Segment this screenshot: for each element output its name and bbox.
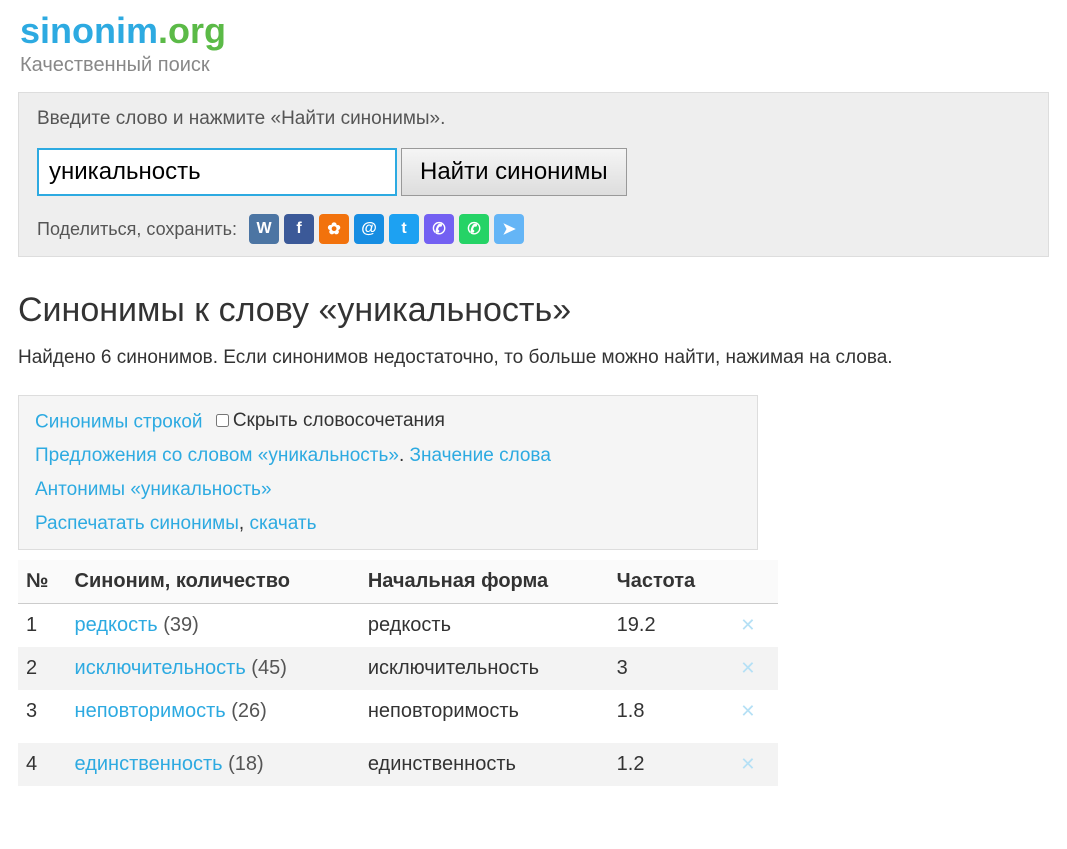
- synonym-link[interactable]: редкость: [75, 614, 158, 636]
- cell-delete: ✕: [728, 743, 778, 786]
- telegram-icon[interactable]: ➤: [494, 214, 524, 244]
- search-input[interactable]: [37, 148, 397, 196]
- hide-phrases-checkbox[interactable]: [216, 414, 229, 427]
- share-label: Поделиться, сохранить:: [37, 219, 237, 240]
- found-text: Найдено 6 синонимов. Если синонимов недо…: [0, 344, 1067, 395]
- search-hint: Введите слово и нажмите «Найти синонимы»…: [37, 108, 1030, 130]
- twitter-icon[interactable]: t: [389, 214, 419, 244]
- table-row: 4единственность (18)единственность1.2✕: [18, 743, 778, 786]
- cell-num: 4: [18, 743, 67, 786]
- hide-phrases-label: Скрыть словосочетания: [233, 410, 445, 432]
- mailru-icon[interactable]: @: [354, 214, 384, 244]
- logo-part-sinonim: sinonim: [20, 10, 158, 51]
- cell-delete: ✕: [728, 647, 778, 690]
- link-download[interactable]: скачать: [249, 513, 316, 534]
- search-row: Найти синонимы: [37, 148, 1030, 196]
- logo-part-org: org: [168, 10, 226, 51]
- synonym-count: (45): [251, 657, 287, 679]
- table-row: 2исключительность (45)исключительность3✕: [18, 647, 778, 690]
- cell-num: 2: [18, 647, 67, 690]
- cell-freq: 19.2: [609, 604, 729, 648]
- search-box: Введите слово и нажмите «Найти синонимы»…: [18, 92, 1049, 257]
- cell-synonym: единственность (18): [67, 743, 360, 786]
- col-synonym: Синоним, количество: [67, 560, 360, 604]
- link-print[interactable]: Распечатать синонимы: [35, 513, 239, 534]
- cell-num: 3: [18, 690, 67, 733]
- table-row: 3неповторимость (26)неповторимость1.8✕: [18, 690, 778, 733]
- delete-icon[interactable]: ✕: [736, 754, 759, 774]
- col-base: Начальная форма: [360, 560, 609, 604]
- synonym-count: (39): [163, 614, 199, 636]
- cell-delete: ✕: [728, 604, 778, 648]
- logo-part-dot: .: [158, 10, 168, 51]
- table-row: 1редкость (39)редкость19.2✕: [18, 604, 778, 648]
- tagline: Качественный поиск: [20, 54, 1047, 77]
- search-button[interactable]: Найти синонимы: [401, 148, 627, 196]
- col-num: №: [18, 560, 67, 604]
- vk-icon[interactable]: W: [249, 214, 279, 244]
- cell-num: 1: [18, 604, 67, 648]
- synonym-link[interactable]: неповторимость: [75, 700, 226, 722]
- synonyms-table: № Синоним, количество Начальная форма Ча…: [18, 560, 778, 786]
- header: sinonim.org Качественный поиск: [0, 0, 1067, 82]
- synonym-link[interactable]: исключительность: [75, 657, 246, 679]
- cell-base: исключительность: [360, 647, 609, 690]
- col-freq: Частота: [609, 560, 729, 604]
- logo[interactable]: sinonim.org: [20, 10, 1047, 52]
- delete-icon[interactable]: ✕: [736, 615, 759, 635]
- cell-freq: 3: [609, 647, 729, 690]
- cell-freq: 1.2: [609, 743, 729, 786]
- facebook-icon[interactable]: f: [284, 214, 314, 244]
- synonym-count: (18): [228, 753, 264, 775]
- delete-icon[interactable]: ✕: [736, 701, 759, 721]
- page-title: Синонимы к слову «уникальность»: [0, 267, 1067, 344]
- cell-synonym: неповторимость (26): [67, 690, 360, 733]
- cell-base: единственность: [360, 743, 609, 786]
- odnoklassniki-icon[interactable]: ✿: [319, 214, 349, 244]
- share-row: Поделиться, сохранить: Wf✿@t✆✆➤: [37, 214, 1030, 244]
- viber-icon[interactable]: ✆: [424, 214, 454, 244]
- cell-synonym: исключительность (45): [67, 647, 360, 690]
- link-sentences[interactable]: Предложения со словом «уникальность»: [35, 445, 399, 466]
- cell-freq: 1.8: [609, 690, 729, 733]
- cell-base: редкость: [360, 604, 609, 648]
- delete-icon[interactable]: ✕: [736, 658, 759, 678]
- whatsapp-icon[interactable]: ✆: [459, 214, 489, 244]
- cell-base: неповторимость: [360, 690, 609, 733]
- col-delete: [728, 560, 778, 604]
- link-meaning[interactable]: Значение слова: [410, 445, 551, 466]
- link-antonyms[interactable]: Антонимы «уникальность»: [35, 479, 272, 500]
- synonym-count: (26): [231, 700, 267, 722]
- link-synonyms-line[interactable]: Синонимы строкой: [35, 411, 203, 432]
- cell-delete: ✕: [728, 690, 778, 733]
- synonym-link[interactable]: единственность: [75, 753, 223, 775]
- links-box: Синонимы строкой Скрыть словосочетания П…: [18, 395, 758, 551]
- cell-synonym: редкость (39): [67, 604, 360, 648]
